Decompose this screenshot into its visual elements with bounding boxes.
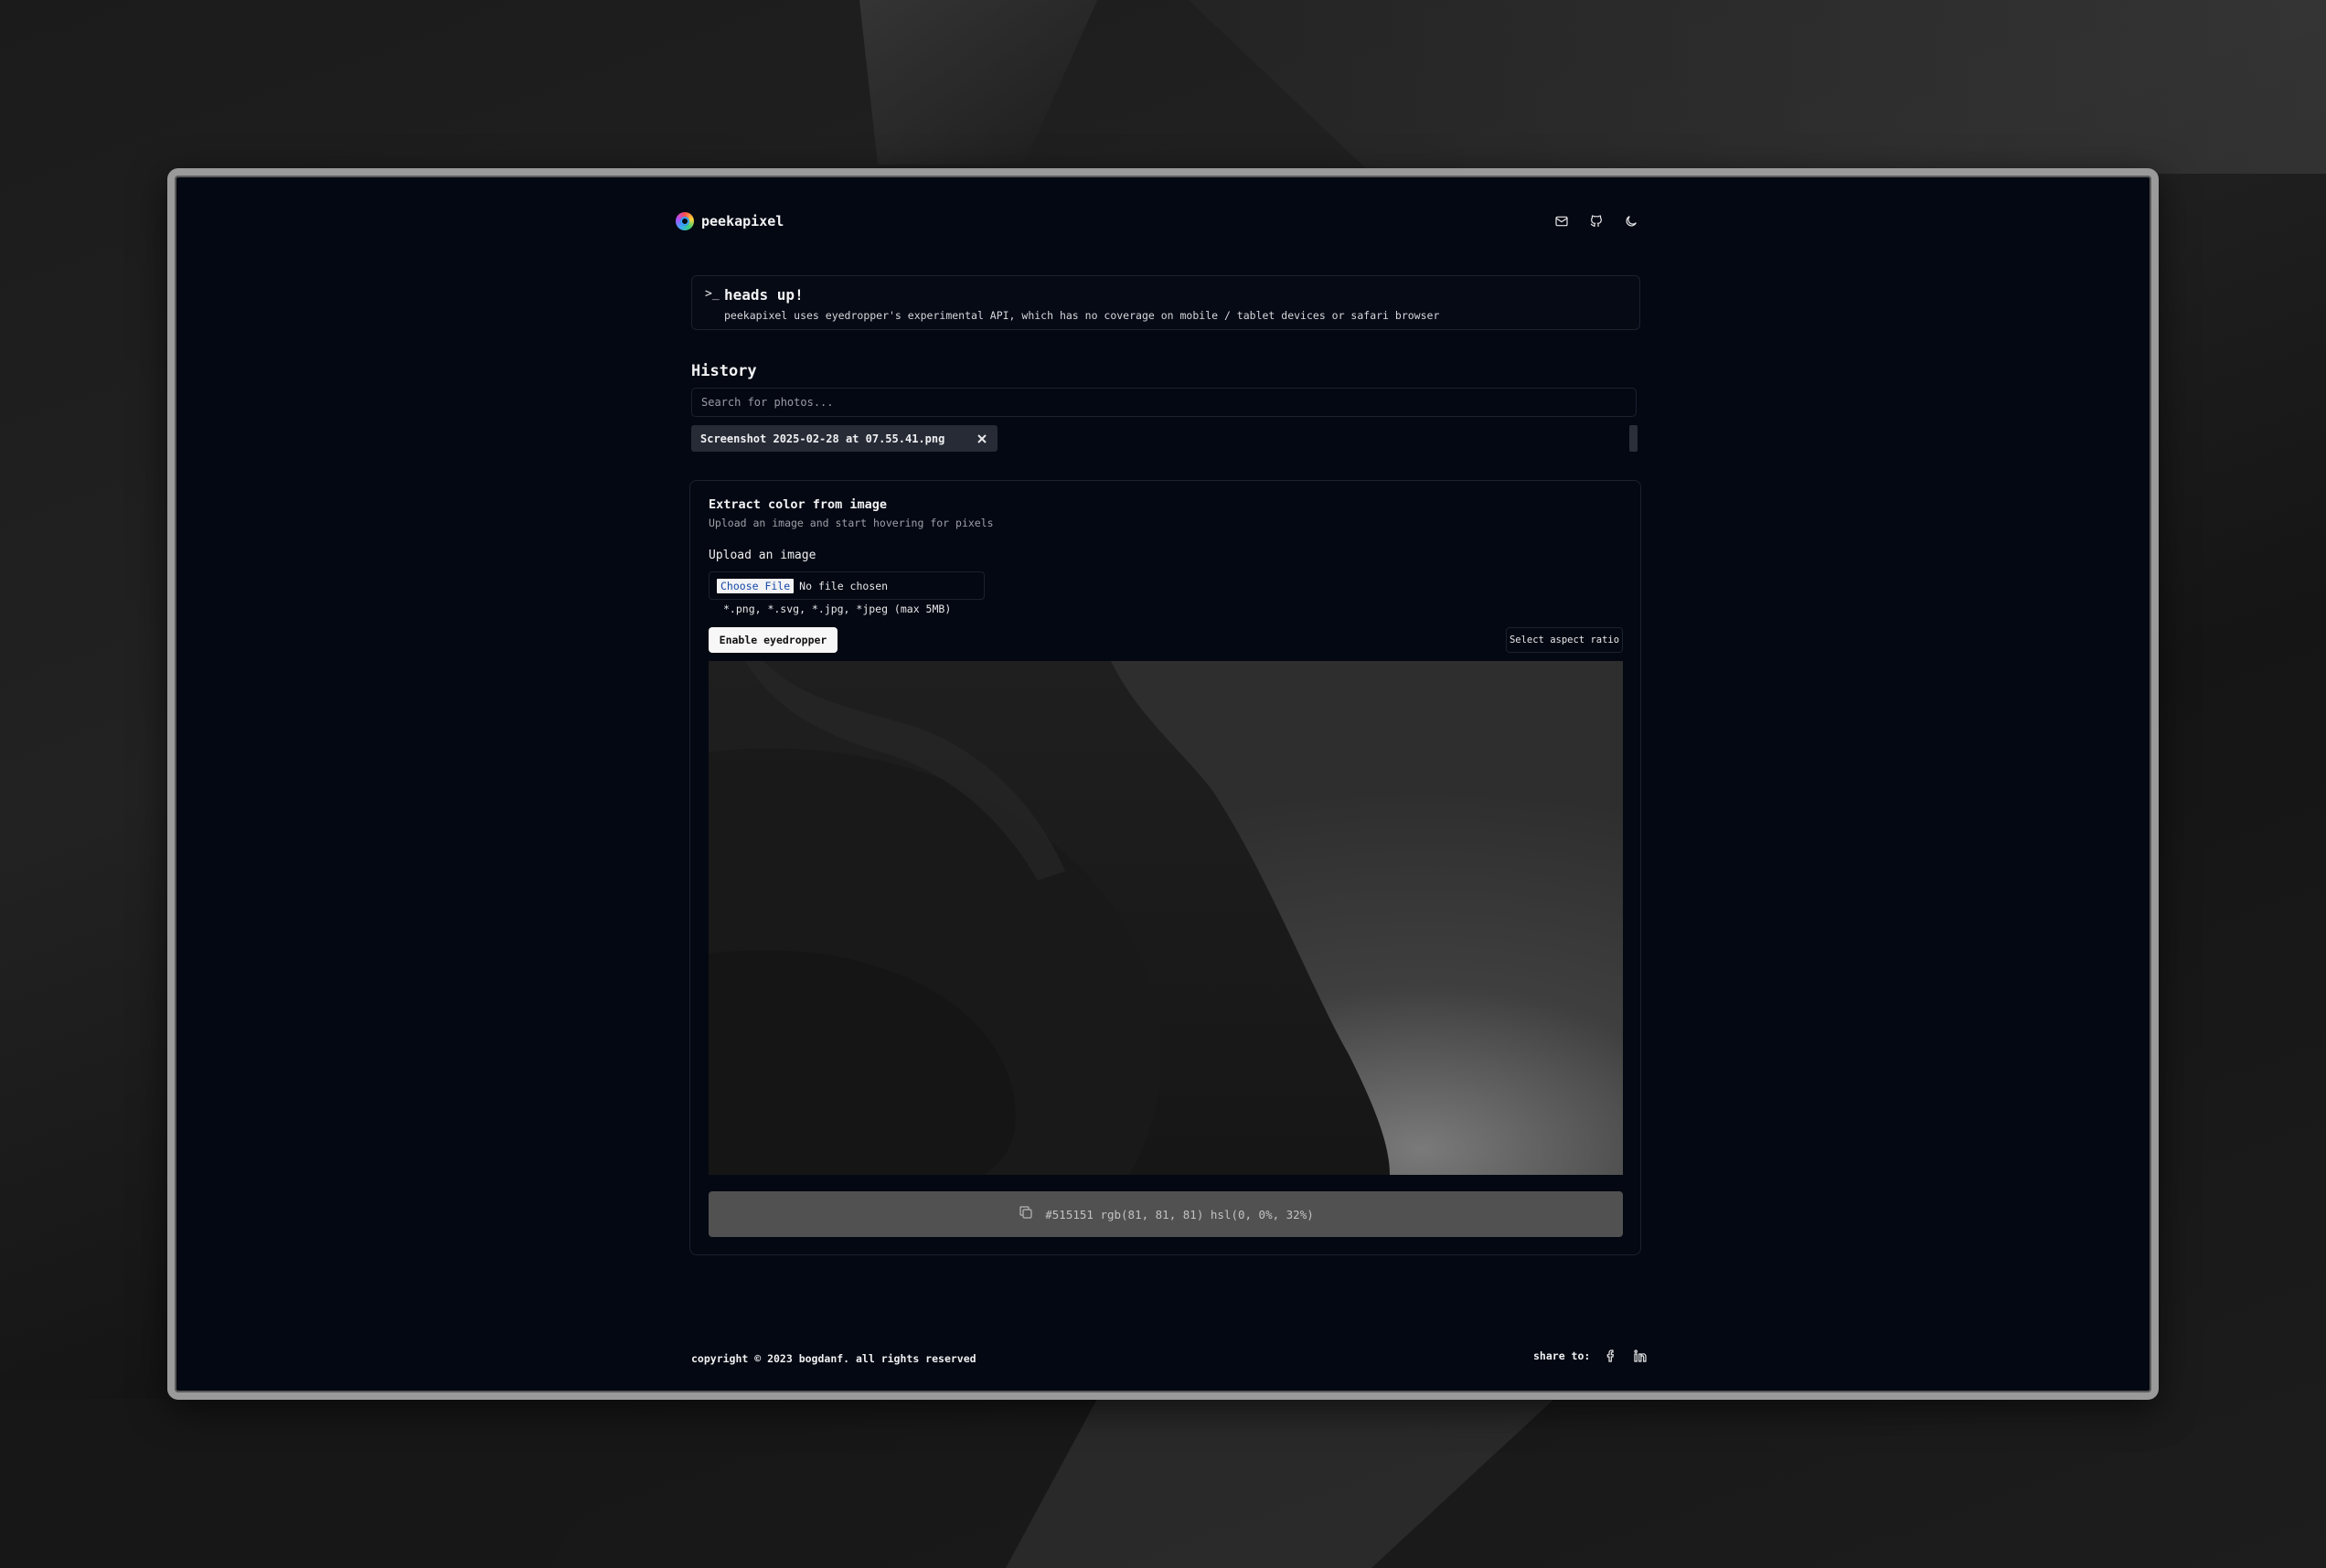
brand-name: peekapixel [701,213,784,229]
file-hint: *.png, *.svg, *.jpg, *jpeg (max 5MB) [723,603,952,615]
linkedin-icon[interactable] [1632,1348,1648,1364]
file-input[interactable]: Choose File No file chosen [709,571,985,600]
github-icon[interactable] [1587,212,1606,230]
alert-title: heads up! [724,286,804,304]
copy-icon[interactable] [1018,1204,1034,1224]
app-root: peekapixel >_ heads up! peekapixel uses … [175,176,2151,1392]
upload-label: Upload an image [709,549,816,562]
close-icon[interactable] [976,432,988,445]
brand[interactable]: peekapixel [676,212,784,230]
history-search-input[interactable] [691,388,1637,417]
mail-icon[interactable] [1552,212,1571,230]
history-title: History [691,362,757,380]
color-readout: #515151 rgb(81, 81, 81) hsl(0, 0%, 32%) [1045,1207,1314,1221]
enable-eyedropper-button[interactable]: Enable eyedropper [709,627,838,653]
terminal-icon: >_ [705,287,720,301]
share-label: share to: [1533,1349,1591,1362]
select-aspect-ratio-button[interactable]: Select aspect ratio [1506,627,1623,653]
logo-icon [676,212,694,230]
moon-icon[interactable] [1622,212,1640,230]
color-readout-bar[interactable]: #515151 rgb(81, 81, 81) hsl(0, 0%, 32%) [709,1191,1623,1237]
copyright: copyright © 2023 bogdanf. all rights res… [691,1352,976,1365]
uploaded-image [709,661,1623,1175]
facebook-icon[interactable] [1603,1348,1619,1364]
browser-window: peekapixel >_ heads up! peekapixel uses … [167,168,2159,1400]
header: peekapixel [676,208,1640,234]
share-links: share to: [1533,1343,1652,1369]
card-title: Extract color from image [709,497,888,512]
image-canvas[interactable] [709,661,1623,1175]
extract-color-card: Extract color from image Upload an image… [689,480,1641,1255]
card-subtitle: Upload an image and start hovering for p… [709,517,994,529]
header-actions [1552,212,1640,230]
alert-description: peekapixel uses eyedropper's experimenta… [724,309,1440,322]
history-item[interactable]: Screenshot 2025-02-28 at 07.55.41.png [691,425,998,452]
heads-up-alert: >_ heads up! peekapixel uses eyedropper'… [691,275,1640,330]
file-status: No file chosen [799,579,889,592]
history-item-label: Screenshot 2025-02-28 at 07.55.41.png [700,432,945,445]
choose-file-button[interactable]: Choose File [717,578,795,593]
history-scrollbar[interactable] [1629,425,1638,452]
